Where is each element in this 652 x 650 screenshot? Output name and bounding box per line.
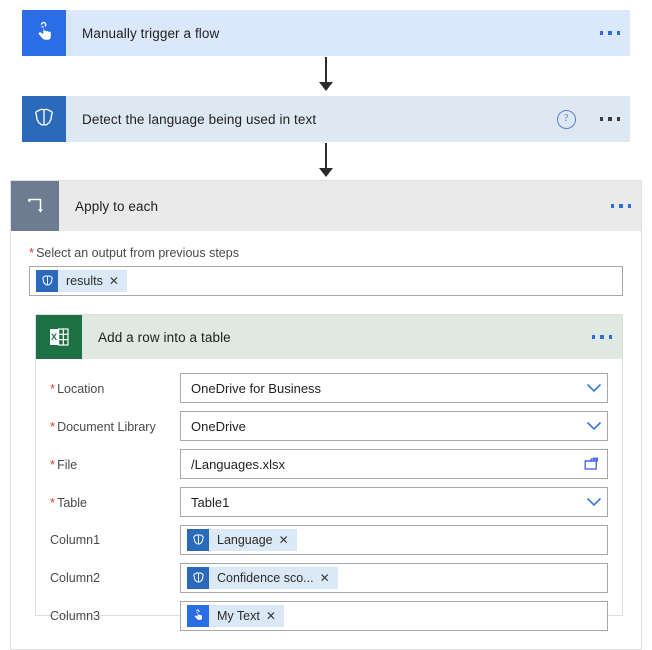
token-chip-results[interactable]: results ✕: [36, 270, 127, 292]
file-value: /Languages.xlsx: [191, 456, 285, 472]
chevron-down-icon[interactable]: [581, 497, 607, 507]
text-analytics-brain-icon: [187, 567, 209, 589]
required-asterisk: *: [29, 245, 35, 260]
form-row-file: * File /Languages.xlsx: [50, 445, 608, 483]
token-remove-icon[interactable]: ✕: [320, 571, 338, 585]
table-value: Table1: [191, 494, 230, 510]
hand-touch-icon: [187, 605, 209, 627]
file-input[interactable]: /Languages.xlsx: [180, 449, 608, 479]
label-file: * File: [50, 457, 180, 472]
loop-icon: [11, 181, 59, 231]
connector-arrow-1: [319, 82, 333, 91]
excel-icon: X: [36, 315, 82, 359]
label-column2: Column2: [50, 571, 101, 585]
trigger-card-title: Manually trigger a flow: [82, 25, 220, 41]
required-asterisk: *: [50, 456, 56, 472]
text-analytics-brain-icon: [36, 270, 58, 292]
select-output-label-text: Select an output from previous steps: [36, 246, 239, 260]
token-chip-label: Confidence sco...: [217, 571, 314, 585]
label-table: * Table: [50, 495, 180, 510]
chevron-down-icon[interactable]: [581, 383, 607, 393]
token-chip-language[interactable]: Language ✕: [187, 529, 297, 551]
connector-arrow-2: [319, 168, 333, 177]
trigger-card-menu-button[interactable]: [599, 31, 620, 35]
label-document-library-text: Document Library: [57, 419, 156, 434]
form-row-column2: Column2 Confidence sco... ✕: [50, 559, 608, 597]
apply-to-each-title: Apply to each: [75, 198, 159, 214]
label-location-text: Location: [57, 381, 105, 396]
text-analytics-brain-icon: [187, 529, 209, 551]
connector-line-1: [325, 57, 327, 84]
apply-to-each-menu-button[interactable]: [610, 204, 631, 208]
select-output-input[interactable]: results ✕: [29, 266, 623, 296]
text-analytics-brain-icon: [22, 96, 66, 142]
folder-picker-icon[interactable]: [577, 457, 607, 472]
column1-input[interactable]: Language ✕: [180, 525, 608, 555]
hand-touch-icon: [22, 10, 66, 56]
action-card-detect-language[interactable]: Detect the language being used in text ?: [22, 96, 630, 142]
token-chip-my-text[interactable]: My Text ✕: [187, 605, 284, 627]
token-chip-confidence-score[interactable]: Confidence sco... ✕: [187, 567, 338, 589]
token-remove-icon[interactable]: ✕: [266, 609, 284, 623]
excel-card-header-body: Add a row into a table: [82, 315, 622, 359]
table-dropdown[interactable]: Table1: [180, 487, 608, 517]
detect-card-body: Detect the language being used in text ?: [66, 96, 630, 142]
required-asterisk: *: [50, 494, 56, 510]
apply-to-each-container[interactable]: Apply to each * Select an output from pre…: [10, 180, 642, 650]
label-table-text: Table: [57, 495, 87, 510]
required-asterisk: *: [50, 418, 56, 434]
trigger-card-manually-trigger-a-flow[interactable]: Manually trigger a flow: [22, 10, 630, 56]
chevron-down-icon[interactable]: [581, 421, 607, 431]
label-file-text: File: [57, 457, 78, 472]
location-value: OneDrive for Business: [191, 380, 322, 396]
apply-to-each-header[interactable]: Apply to each: [11, 181, 641, 231]
token-chip-label: My Text: [217, 609, 260, 623]
label-document-library: * Document Library: [50, 419, 180, 434]
token-remove-icon[interactable]: ✕: [109, 274, 127, 288]
label-column3: Column3: [50, 609, 101, 623]
column3-input[interactable]: My Text ✕: [180, 601, 608, 631]
form-row-column1: Column1 Language ✕: [50, 521, 608, 559]
required-asterisk: *: [50, 380, 56, 396]
document-library-value: OneDrive: [191, 418, 246, 434]
excel-card-header[interactable]: X Add a row into a table: [36, 315, 622, 359]
excel-form: * Location OneDrive for Business * Documen…: [36, 359, 622, 635]
form-row-column3: Column3 My Text ✕: [50, 597, 608, 635]
token-chip-label: results: [66, 274, 103, 288]
form-row-table: * Table Table1: [50, 483, 608, 521]
document-library-dropdown[interactable]: OneDrive: [180, 411, 608, 441]
help-icon[interactable]: ?: [556, 109, 576, 129]
svg-text:X: X: [51, 332, 57, 342]
location-dropdown[interactable]: OneDrive for Business: [180, 373, 608, 403]
token-remove-icon[interactable]: ✕: [279, 533, 297, 547]
apply-to-each-header-body: Apply to each: [59, 181, 641, 231]
trigger-card-body: Manually trigger a flow: [66, 10, 630, 56]
detect-card-title: Detect the language being used in text: [82, 111, 317, 127]
form-row-document-library: * Document Library OneDrive: [50, 407, 608, 445]
label-column1: Column1: [50, 533, 101, 547]
select-output-label: * Select an output from previous steps: [29, 245, 623, 260]
token-chip-label: Language: [217, 533, 273, 547]
column2-input[interactable]: Confidence sco... ✕: [180, 563, 608, 593]
excel-card-title: Add a row into a table: [98, 329, 231, 345]
form-row-location: * Location OneDrive for Business: [50, 369, 608, 407]
label-location: * Location: [50, 381, 180, 396]
connector-line-2: [325, 143, 327, 170]
apply-to-each-body: * Select an output from previous steps re…: [11, 231, 641, 296]
action-card-add-a-row-into-a-table[interactable]: X Add a row into a table * Location OneD…: [35, 314, 623, 631]
excel-card-menu-button[interactable]: [591, 335, 612, 339]
detect-card-menu-button[interactable]: [599, 117, 620, 121]
